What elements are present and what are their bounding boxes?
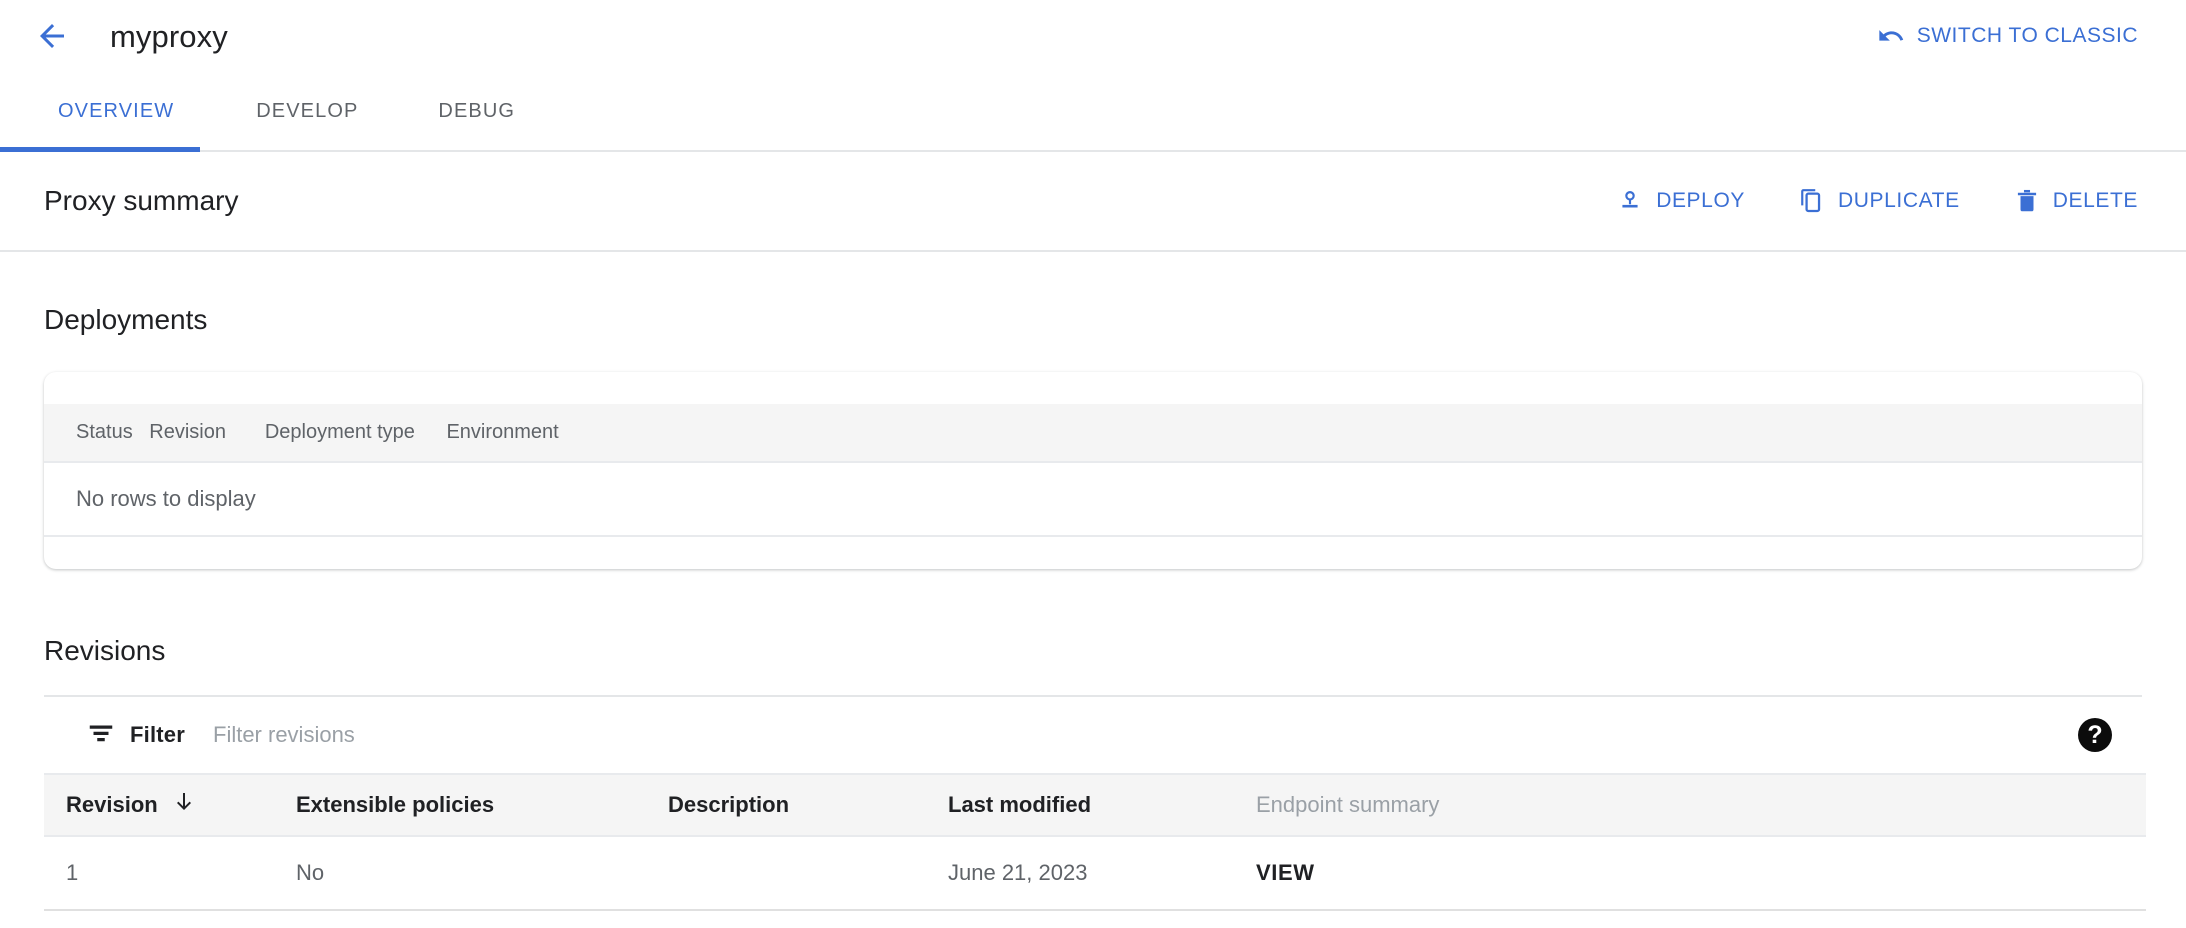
column-header-last-modified[interactable]: Last modified: [948, 774, 1256, 836]
cell-revision: 1: [44, 836, 296, 910]
proxy-summary-title: Proxy summary: [44, 185, 238, 217]
column-header-status[interactable]: Status: [44, 404, 149, 462]
deployments-section: Deployments Status Revision Deployment t…: [0, 252, 2186, 569]
top-app-bar: myproxy SWITCH TO CLASSIC: [0, 0, 2186, 72]
revisions-table: Revision Extensible policies Description…: [44, 773, 2146, 911]
column-header-description[interactable]: Description: [668, 774, 948, 836]
revisions-header-row: Revision Extensible policies Description…: [44, 774, 2146, 836]
back-button[interactable]: [24, 8, 80, 64]
proxy-summary-bar: Proxy summary DEPLOY DUPLICATE: [0, 152, 2186, 252]
column-header-revision[interactable]: Revision: [44, 774, 296, 836]
filter-list-icon: [86, 718, 116, 753]
deployments-empty-message: No rows to display: [44, 462, 2142, 536]
column-header-extensible-policies[interactable]: Extensible policies: [296, 774, 668, 836]
revisions-section: Revisions Filter ?: [0, 569, 2186, 911]
deployments-table-body: No rows to display: [44, 462, 2142, 536]
tab-develop-label: DEVELOP: [256, 100, 358, 123]
page-title: myproxy: [110, 21, 228, 52]
table-row[interactable]: 1 No June 21, 2023 VIEW: [44, 836, 2146, 910]
deployments-header-row: Status Revision Deployment type Environm…: [44, 404, 2142, 462]
delete-label: DELETE: [2053, 189, 2138, 213]
tab-debug[interactable]: DEBUG: [412, 72, 541, 150]
copy-icon: [1799, 188, 1825, 214]
deploy-button[interactable]: DEPLOY: [1613, 182, 1749, 220]
tab-bar: OVERVIEW DEVELOP DEBUG: [0, 72, 2186, 152]
cell-extensible-policies: No: [296, 836, 668, 910]
deployments-table: Status Revision Deployment type Environm…: [44, 404, 2142, 537]
tab-overview[interactable]: OVERVIEW: [32, 72, 200, 150]
cell-last-modified: June 21, 2023: [948, 836, 1256, 910]
column-header-deployment-type[interactable]: Deployment type: [265, 404, 447, 462]
deployments-empty-row: No rows to display: [44, 462, 2142, 536]
tab-overview-label: OVERVIEW: [58, 100, 174, 123]
tab-debug-label: DEBUG: [438, 100, 515, 123]
duplicate-button[interactable]: DUPLICATE: [1795, 182, 1964, 220]
revisions-table-body: 1 No June 21, 2023 VIEW: [44, 836, 2146, 910]
revisions-filter-bar: Filter ?: [44, 695, 2142, 773]
column-header-spacer: [2106, 404, 2142, 462]
revisions-table-head: Revision Extensible policies Description…: [44, 774, 2146, 836]
deployments-card: Status Revision Deployment type Environm…: [44, 372, 2142, 569]
column-header-revision[interactable]: Revision: [149, 404, 265, 462]
arrow-downward-icon: [172, 790, 196, 820]
switch-to-classic-button[interactable]: SWITCH TO CLASSIC: [1873, 14, 2142, 58]
filter-button-label: Filter: [130, 722, 185, 748]
arrow-back-icon: [34, 18, 70, 54]
trash-icon: [2014, 188, 2040, 214]
undo-icon: [1877, 22, 1905, 50]
switch-to-classic-label: SWITCH TO CLASSIC: [1917, 24, 2138, 48]
tab-develop[interactable]: DEVELOP: [230, 72, 384, 150]
deployments-title: Deployments: [44, 304, 2142, 336]
delete-button[interactable]: DELETE: [2010, 182, 2142, 220]
revisions-title: Revisions: [44, 635, 2142, 667]
cell-endpoint-summary-view-link[interactable]: VIEW: [1256, 836, 2146, 910]
cell-description: [668, 836, 948, 910]
column-header-environment[interactable]: Environment: [446, 404, 2105, 462]
help-icon[interactable]: ?: [2078, 718, 2112, 752]
column-header-endpoint-summary[interactable]: Endpoint summary: [1256, 774, 2146, 836]
summary-action-group: DEPLOY DUPLICATE DELETE: [1613, 182, 2142, 220]
deploy-label: DEPLOY: [1656, 189, 1745, 213]
column-header-revision-label: Revision: [66, 792, 158, 818]
deployments-table-head: Status Revision Deployment type Environm…: [44, 404, 2142, 462]
duplicate-label: DUPLICATE: [1838, 189, 1960, 213]
filter-button[interactable]: Filter: [84, 712, 187, 759]
publish-icon: [1617, 188, 1643, 214]
filter-revisions-input[interactable]: [213, 715, 833, 755]
